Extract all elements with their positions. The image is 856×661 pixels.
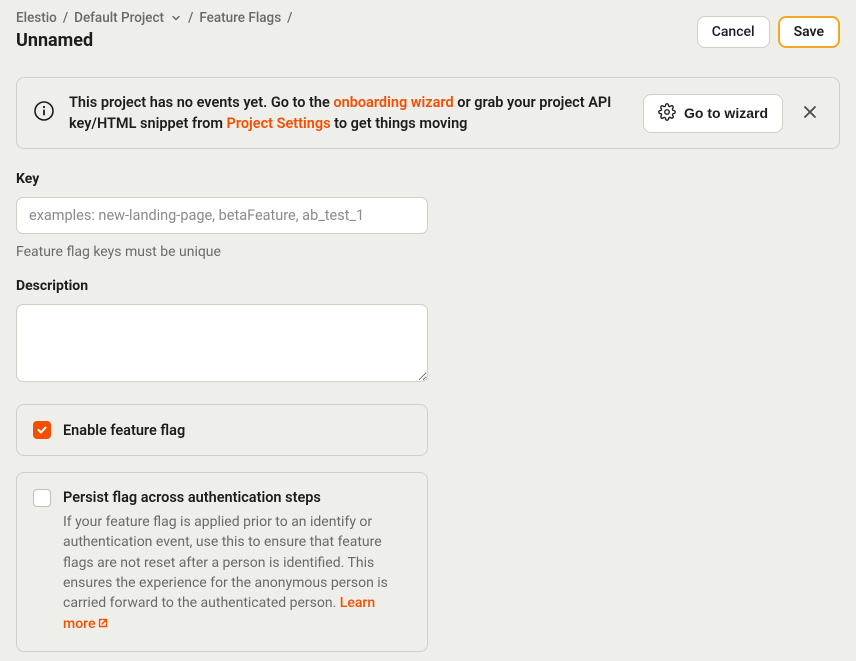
content-area: This project has no events yet. Go to th… — [0, 77, 856, 652]
breadcrumb-org[interactable]: Elestio — [16, 10, 57, 26]
go-to-wizard-label: Go to wizard — [684, 105, 768, 121]
enable-label: Enable feature flag — [63, 422, 185, 439]
header-actions: Cancel Save — [697, 16, 840, 48]
close-banner-button[interactable] — [797, 99, 823, 128]
enable-checkbox-row[interactable]: Enable feature flag — [33, 421, 411, 439]
go-to-wizard-button[interactable]: Go to wizard — [643, 94, 783, 133]
cancel-button[interactable]: Cancel — [697, 16, 770, 48]
chevron-down-icon[interactable] — [170, 12, 182, 24]
onboarding-banner: This project has no events yet. Go to th… — [16, 77, 840, 149]
close-icon — [801, 103, 819, 124]
page-title: Unnamed — [16, 30, 697, 51]
page-header: Elestio / Default Project / Feature Flag… — [0, 0, 856, 63]
external-link-icon — [97, 615, 109, 635]
persist-option-box: Persist flag across authentication steps… — [16, 472, 428, 652]
breadcrumb-sep: / — [287, 10, 292, 26]
check-icon — [36, 424, 48, 436]
description-input[interactable] — [16, 304, 428, 382]
key-input[interactable] — [16, 197, 428, 234]
banner-text-1: This project has no events yet. Go to th… — [69, 94, 333, 111]
project-settings-link[interactable]: Project Settings — [227, 115, 331, 132]
persist-checkbox[interactable] — [33, 489, 51, 507]
persist-description: If your feature flag is applied prior to… — [63, 512, 411, 635]
breadcrumb-sep: / — [63, 10, 68, 26]
onboarding-wizard-link[interactable]: onboarding wizard — [333, 94, 453, 111]
banner-text-3: to get things moving — [331, 115, 468, 132]
gear-icon — [658, 103, 676, 124]
breadcrumb-sep: / — [188, 10, 193, 26]
info-icon — [33, 100, 55, 126]
banner-text: This project has no events yet. Go to th… — [69, 92, 629, 134]
key-field-group: Key Feature flag keys must be unique — [16, 171, 840, 260]
enable-checkbox[interactable] — [33, 421, 51, 439]
breadcrumb-section[interactable]: Feature Flags — [199, 10, 281, 26]
description-label: Description — [16, 278, 840, 294]
save-button[interactable]: Save — [778, 16, 840, 48]
persist-checkbox-row[interactable]: Persist flag across authentication steps… — [33, 489, 411, 635]
breadcrumb: Elestio / Default Project / Feature Flag… — [16, 10, 697, 26]
persist-label: Persist flag across authentication steps — [63, 489, 411, 506]
key-label: Key — [16, 171, 840, 187]
key-hint: Feature flag keys must be unique — [16, 244, 840, 260]
breadcrumb-project[interactable]: Default Project — [74, 10, 164, 26]
description-field-group: Description — [16, 278, 840, 386]
header-left: Elestio / Default Project / Feature Flag… — [16, 10, 697, 51]
enable-option-box: Enable feature flag — [16, 404, 428, 456]
persist-body: Persist flag across authentication steps… — [63, 489, 411, 635]
